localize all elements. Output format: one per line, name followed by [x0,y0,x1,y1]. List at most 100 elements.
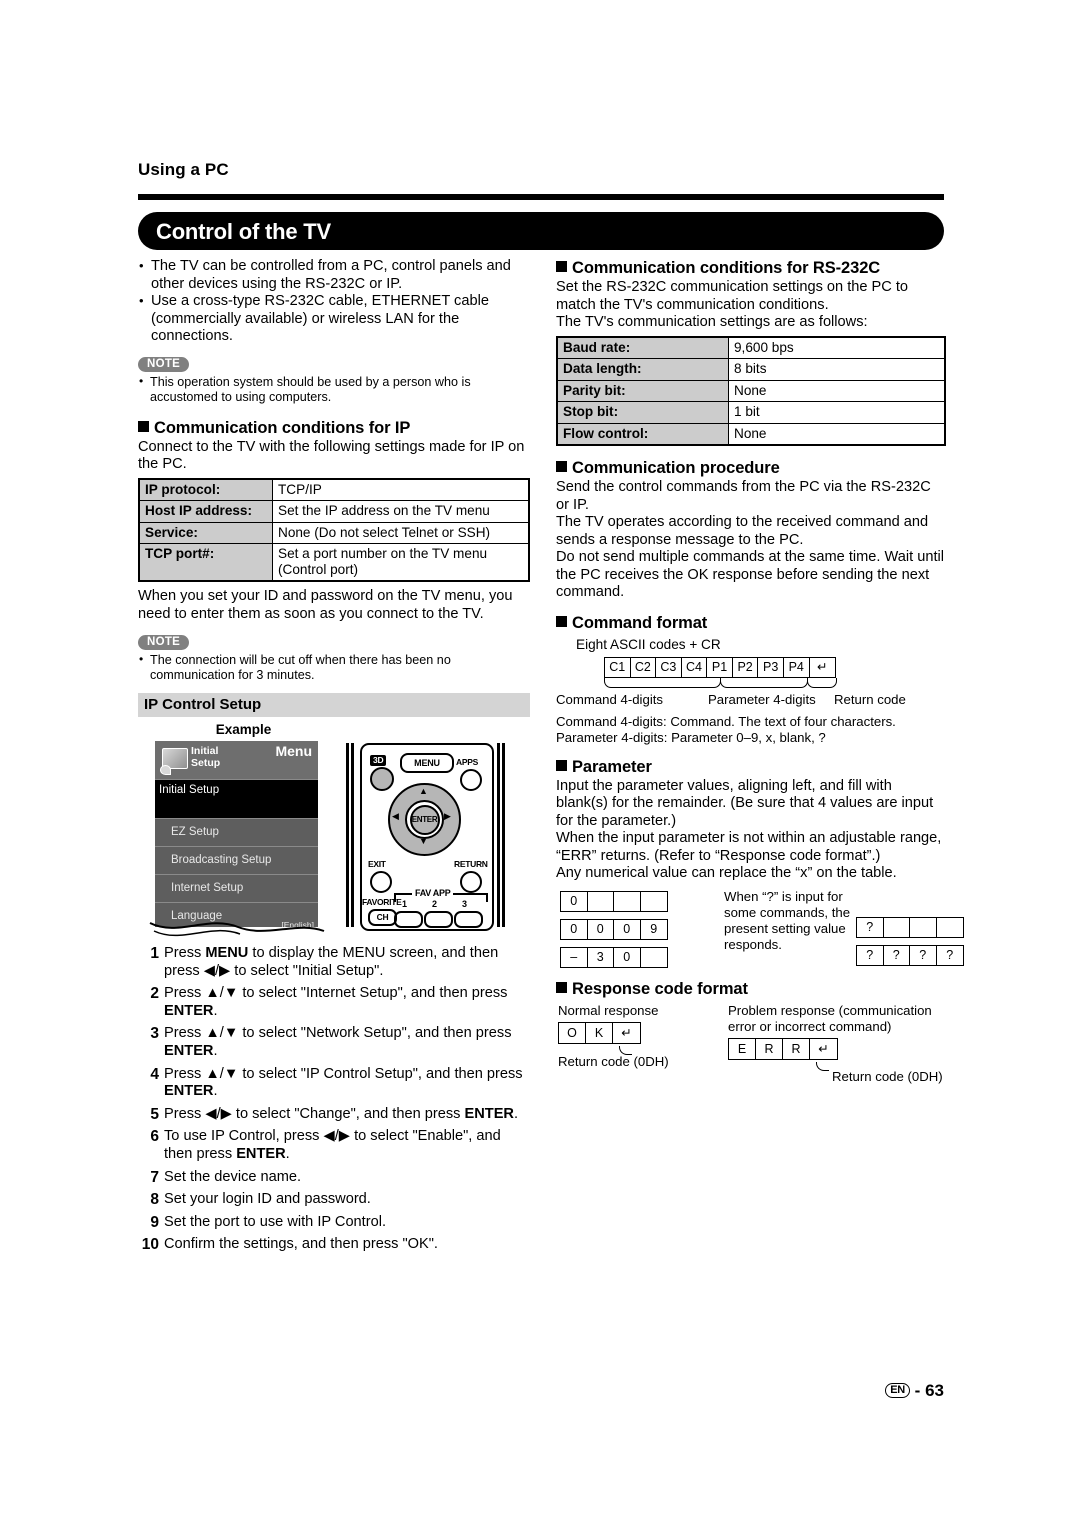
param-cell: 0 [561,891,588,911]
table-cell-value: None (Do not select Telnet or SSH) [272,521,530,544]
step-number: 8 [150,1191,159,1209]
parameter-examples: 0 0 0 0 9 – 3 0 When “?” is input for so… [556,888,964,977]
resp-cell-o: O [559,1022,586,1043]
remote-control-illustration: 3D MENU APPS ▲ ▼ ◀ ▶ ENTER EXIT RETURN F… [344,741,512,933]
param-question-row-2: ? ? ? ? [856,944,964,966]
param-cell [588,891,614,911]
step-number: 3 [150,1025,159,1043]
note-badge: NOTE [138,635,190,650]
param-cell: 0 [614,919,641,939]
table-row: Parity bit: None [556,379,946,402]
table-row: Baud rate: 9,600 bps [556,336,946,359]
fav-app-number-3: 3 [462,899,468,909]
param-cell: ? [910,945,937,965]
param-example-row-3: – 3 0 [560,946,668,968]
list-item: 9 Set the port to use with IP Control. [138,1214,530,1232]
note-block-1: NOTE This operation system should be use… [138,354,530,405]
section-heading-procedure: Communication procedure [556,458,946,478]
remote-return-button [460,871,482,893]
tv-menu-selected-item: Initial Setup [155,780,318,818]
resp-cell-return-icon: ↵ [621,1025,632,1040]
param-cell [641,892,667,911]
list-item: 10 Confirm the settings, and then press "… [138,1236,530,1254]
section-heading-response: Response code format [556,979,946,999]
list-item: The TV can be controlled from a PC, cont… [138,257,530,293]
step-text: Set the port to use with IP Control. [164,1213,386,1230]
table-row: Data length: 8 bits [556,358,946,381]
table-row: TCP port#: Set a port number on the TV m… [138,543,530,582]
tv-menu-item-label: Internet Setup [171,882,244,894]
resp-cell-r1: R [756,1038,783,1059]
problem-response-boxes: E R R ↵ [728,1037,838,1060]
step-text: Press ◀/▶ to select "Change", and then p… [164,1105,519,1122]
example-label: Example [215,722,272,737]
table-cell-value: None [728,379,946,402]
torn-edge-decoration [149,922,325,937]
step-number: 2 [150,985,159,1003]
command-note-line1: Command 4-digits: Command. The text of f… [556,713,896,729]
table-cell-key: Data length: [556,358,729,381]
param-cell: ? [946,947,954,962]
parameter-examples-left: 0 0 0 0 9 – 3 0 [560,890,668,975]
param-example-row-2: 0 0 0 9 [560,918,668,940]
resp-cell-return-icon: ↵ [818,1041,829,1056]
language-code-badge: EN [885,1383,910,1398]
rs232c-conditions-table: Baud rate: 9,600 bps Data length: 8 bits… [556,335,946,446]
note-text: The connection will be cut off when ther… [138,652,530,683]
parameter-text: Input the parameter values, aligning lef… [556,777,942,882]
table-cell-value: Set the IP address on the TV menu [272,500,530,523]
remote-favorite-label: FAVORITE [362,897,402,907]
parameter-question-text: When “?” is input for some commands, the… [724,888,851,952]
procedure-text: Send the control commands from the PC vi… [556,479,944,600]
list-item: 7 Set the device name. [138,1169,530,1187]
param-cell: 0 [614,947,641,967]
remote-apps-label: APPS [456,757,478,767]
square-bullet-icon [556,615,567,627]
command-format-note: Command 4-digits: Command. The text of f… [556,714,946,746]
arrow-left-icon: ◀ [392,811,399,821]
section-heading-parameter-label: Parameter [572,757,652,776]
tv-menu-item-ez-setup: EZ Setup [155,818,318,846]
list-item: 8 Set your login ID and password. [138,1191,530,1209]
arrow-up-icon: ▲ [419,786,428,796]
cmd-cell-p4: P4 [784,657,810,677]
param-cell: – [561,947,588,967]
fav-app-number-2: 2 [432,899,438,909]
note-text: This operation system should be used by … [138,374,530,405]
tv-menu-item-internet-setup: Internet Setup [155,874,318,902]
normal-response-block: Normal response O K ↵ Return code (0DH) [558,1003,728,1070]
table-cell-value: None [728,422,946,446]
table-row: Flow control: None [556,422,946,446]
problem-response-label: Problem response (communication error or… [728,1002,932,1034]
step-text: Press ▲/▼ to select "IP Control Setup", … [164,1065,523,1100]
fav-app-button-1 [394,911,423,928]
remote-enter-button: ENTER [409,804,440,835]
note-block-2: NOTE The connection will be cut off when… [138,632,530,683]
tv-menu-item-broadcasting-setup: Broadcasting Setup [155,846,318,874]
tv-setup-icon [160,748,188,775]
page-number: 63 [925,1381,944,1400]
brace-command [604,677,721,688]
parameter-examples-right: ? ? ? ? ? [856,916,964,973]
table-cell-key: Flow control: [556,422,729,446]
param-cell [910,917,937,937]
square-bullet-icon [556,759,567,771]
step-text: Confirm the settings, and then press "OK… [164,1236,438,1253]
tv-menu-item-label: Broadcasting Setup [171,854,272,866]
caption-parameter: Parameter 4-digits [708,691,816,707]
table-cell-key: Parity bit: [556,379,729,402]
rs232c-intro: Set the RS-232C communication settings o… [556,279,909,330]
list-item: 1 Press MENU to display the MENU screen, … [138,945,530,980]
intro-bullet-list: The TV can be controlled from a PC, cont… [138,257,530,346]
step-number: 1 [150,945,159,962]
remote-3d-label: 3D [370,755,387,766]
manual-page: Using a PC Control of the TV The TV can … [0,0,1080,1527]
ip-section-after-table: When you set your ID and password on the… [138,588,513,622]
remote-left-edge [346,743,355,927]
ip-conditions-table: IP protocol: TCP/IP Host IP address: Set… [138,477,530,582]
fav-app-number-1: 1 [402,899,408,909]
table-cell-key: TCP port#: [138,543,273,582]
remote-exit-button [370,871,392,893]
square-bullet-icon [556,981,567,993]
list-item: 4 Press ▲/▼ to select "IP Control Setup",… [138,1066,530,1101]
